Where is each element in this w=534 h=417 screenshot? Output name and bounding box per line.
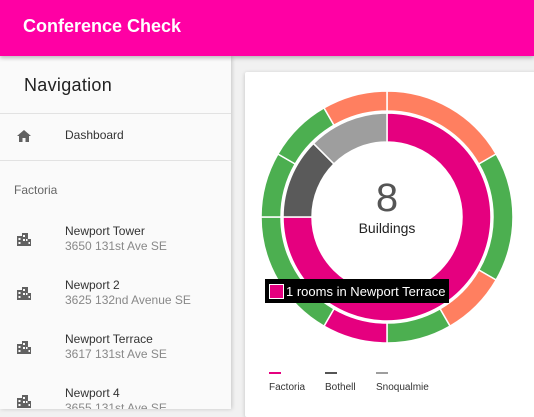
sidebar-item-building[interactable]: Newport Terrace 3617 131st Ave SE: [0, 324, 231, 378]
sidebar-item-building[interactable]: Newport 4 3655 131st Ave SE: [0, 378, 231, 409]
building-icon: [17, 341, 31, 354]
building-address: 3625 132nd Avenue SE: [65, 293, 191, 307]
home-icon: [17, 130, 31, 142]
sidebar-header: Navigation: [0, 56, 231, 114]
legend-label: Snoqualmie: [376, 382, 429, 393]
building-name: Newport 4: [65, 386, 120, 400]
sidebar-title: Navigation: [24, 75, 113, 95]
legend-label: Bothell: [325, 382, 356, 393]
building-count: 8: [375, 176, 399, 220]
building-name: Newport Terrace: [65, 332, 153, 346]
building-icon: [17, 287, 31, 300]
chart-legend: Factoria Bothell Snoqualmie: [269, 372, 529, 402]
legend-swatch: [325, 372, 337, 374]
chart-tooltip: 1 rooms in Newport Terrace: [265, 279, 450, 303]
legend-swatch: [269, 372, 281, 374]
app-title: Conference Check: [23, 16, 182, 36]
building-icon: [17, 233, 31, 246]
building-name: Newport Tower: [65, 224, 145, 238]
sidebar: Navigation Dashboard Factoria Newport To…: [0, 56, 231, 409]
section-title: Factoria: [14, 183, 58, 197]
building-address: 3655 131st Ave SE: [65, 401, 167, 409]
sidebar-item-label: Dashboard: [65, 128, 124, 142]
tooltip-text: 1 rooms in Newport Terrace: [286, 283, 446, 299]
legend-swatch: [376, 372, 388, 374]
building-count-label: Buildings: [358, 220, 416, 236]
building-address: 3617 131st Ave SE: [65, 347, 167, 361]
legend-label: Factoria: [269, 382, 306, 393]
chart-card: 8 Buildings 1 rooms in Newport Terrace F…: [245, 72, 534, 417]
sidebar-item-building[interactable]: Newport 2 3625 132nd Avenue SE: [0, 270, 231, 324]
sidebar-item-dashboard[interactable]: Dashboard: [0, 114, 231, 161]
building-address: 3650 131st Ave SE: [65, 239, 167, 253]
building-icon: [17, 395, 31, 408]
app-bar: Conference Check: [0, 0, 534, 56]
sidebar-item-building[interactable]: Newport Tower 3650 131st Ave SE: [0, 216, 231, 270]
building-name: Newport 2: [65, 278, 120, 292]
tooltip-swatch: [269, 283, 284, 299]
